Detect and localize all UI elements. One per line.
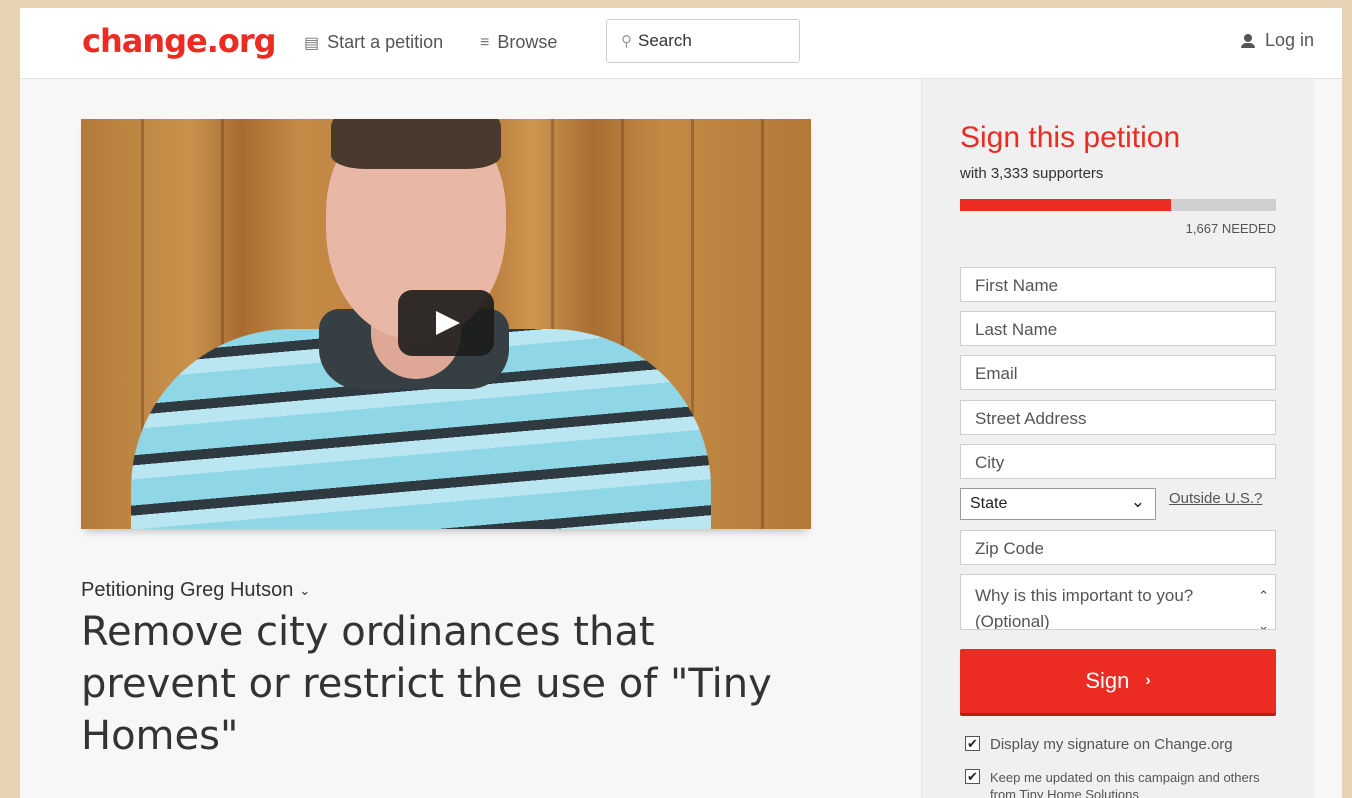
- chevron-right-icon: ›: [1145, 672, 1151, 689]
- list-icon: ≡: [480, 33, 490, 51]
- top-header: change.org ▤ Start a petition ≡ Browse ⚲…: [20, 8, 1342, 79]
- display-signature-label: Display my signature on Change.org: [990, 736, 1233, 753]
- signatures-needed: 1,667 NEEDED: [1185, 221, 1276, 236]
- video-person-hair: [331, 119, 501, 169]
- supporters-count: with 3,333 supporters: [960, 165, 1104, 182]
- petitioning-target[interactable]: Petitioning Greg Hutson ⌄: [81, 579, 310, 602]
- reason-placeholder: Why is this important to you? (Optional): [975, 586, 1194, 630]
- change-org-logo[interactable]: change.org: [82, 22, 277, 60]
- search-icon: ⚲: [621, 33, 632, 50]
- browse-label: Browse: [497, 32, 558, 52]
- display-signature-checkbox[interactable]: ✔: [965, 736, 980, 751]
- play-button[interactable]: [398, 290, 494, 356]
- petition-video[interactable]: [81, 119, 811, 529]
- sign-button-label: Sign: [1085, 668, 1130, 693]
- petitioning-label: Petitioning Greg Hutson: [81, 579, 294, 601]
- scroll-up-icon[interactable]: ⌃: [1258, 583, 1269, 609]
- petition-main: Petitioning Greg Hutson ⌄ Remove city or…: [20, 79, 920, 798]
- document-icon: ▤: [304, 34, 320, 52]
- keep-updated-checkbox[interactable]: ✔: [965, 769, 980, 784]
- search-label: Search: [638, 31, 692, 50]
- sign-sidebar: Sign this petition with 3,333 supporters…: [921, 79, 1314, 798]
- login-link[interactable]: Log in: [1240, 30, 1314, 51]
- user-icon: [1240, 33, 1255, 48]
- search-input[interactable]: ⚲ Search: [606, 19, 800, 63]
- chevron-down-icon: ⌄: [299, 582, 311, 598]
- sign-button[interactable]: Sign ›: [960, 649, 1276, 713]
- textarea-scrollbar[interactable]: ⌃ ⌄: [1258, 583, 1269, 629]
- first-name-field[interactable]: First Name: [960, 267, 1276, 302]
- outside-us-link[interactable]: Outside U.S.?: [1169, 490, 1262, 507]
- state-select[interactable]: State ⌄: [960, 488, 1156, 520]
- chevron-down-icon: ⌄: [1130, 492, 1145, 511]
- start-petition-link[interactable]: ▤ Start a petition: [304, 32, 443, 53]
- street-address-field[interactable]: Street Address: [960, 400, 1276, 435]
- keep-updated-option[interactable]: ✔ Keep me updated on this campaign and o…: [965, 769, 1265, 798]
- keep-updated-label: Keep me updated on this campaign and oth…: [990, 770, 1260, 798]
- start-petition-label: Start a petition: [327, 32, 444, 52]
- browse-link[interactable]: ≡ Browse: [480, 32, 557, 53]
- login-label: Log in: [1264, 30, 1314, 50]
- signature-progress-bar: [960, 199, 1276, 211]
- city-field[interactable]: City: [960, 444, 1276, 479]
- state-select-value: State: [970, 495, 1008, 512]
- display-signature-option[interactable]: ✔ Display my signature on Change.org: [965, 736, 1233, 753]
- reason-textarea[interactable]: Why is this important to you? (Optional)…: [960, 574, 1276, 630]
- last-name-field[interactable]: Last Name: [960, 311, 1276, 346]
- zip-code-field[interactable]: Zip Code: [960, 530, 1276, 565]
- page: change.org ▤ Start a petition ≡ Browse ⚲…: [20, 8, 1342, 798]
- progress-fill: [960, 199, 1171, 211]
- scroll-down-icon[interactable]: ⌄: [1258, 613, 1269, 629]
- email-field[interactable]: Email: [960, 355, 1276, 390]
- sign-heading: Sign this petition: [960, 121, 1181, 154]
- petition-title: Remove city ordinances that prevent or r…: [81, 609, 772, 759]
